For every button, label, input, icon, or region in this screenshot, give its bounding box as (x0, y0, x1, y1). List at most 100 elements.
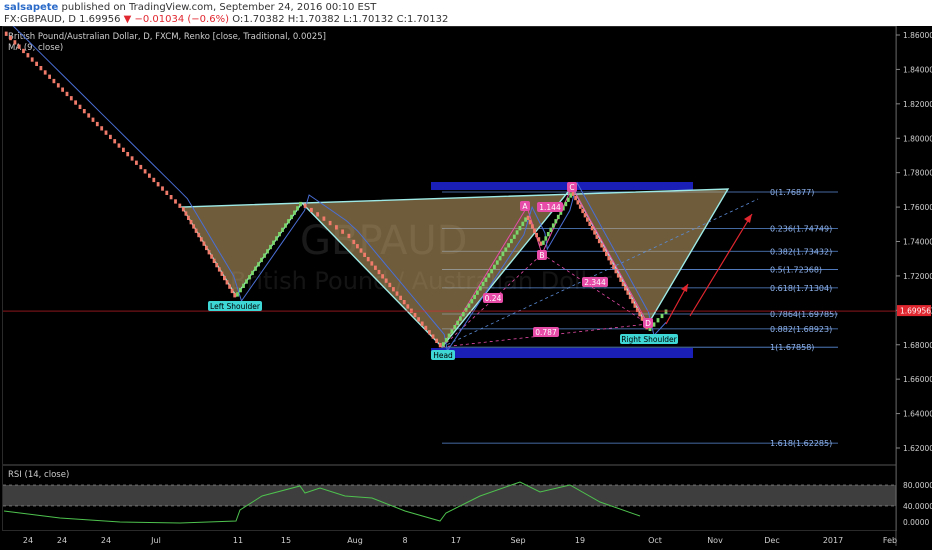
fib-level-label: 0.5(1.72368) (770, 266, 822, 275)
fib-level-label: 0.382(1.73432) (770, 247, 832, 256)
renko-brick-down (431, 334, 435, 339)
renko-brick-down (631, 299, 634, 304)
time-tick-label: 19 (575, 536, 585, 545)
time-tick-label: Nov (707, 536, 723, 545)
renko-brick-down (43, 70, 47, 75)
renko-brick-down (352, 239, 356, 245)
fib-level-label: 1(1.67858) (770, 343, 814, 352)
renko-brick-down (526, 215, 530, 220)
rsi-tick-label: 0.0000 (903, 518, 929, 527)
renko-brick-up (493, 264, 496, 269)
renko-brick-up (521, 221, 525, 226)
time-tick-label: 15 (281, 536, 291, 545)
renko-brick-down (100, 126, 104, 131)
chart-svg[interactable]: GBPAUD British Pound / Australian Dollar… (0, 22, 932, 550)
support-zone[interactable] (431, 348, 693, 358)
renko-brick-up (293, 210, 296, 215)
renko-brick-up (524, 217, 527, 222)
renko-brick-up (461, 312, 465, 317)
renko-brick-down (199, 237, 203, 242)
time-tick-label: Jul (150, 536, 161, 545)
renko-brick-up (569, 193, 573, 198)
renko-brick-down (217, 267, 221, 272)
renko-brick-up (487, 273, 491, 278)
renko-brick-down (165, 190, 169, 195)
renko-brick-down (593, 230, 596, 235)
renko-brick-up (236, 292, 239, 297)
renko-brick-down (583, 213, 587, 218)
renko-brick-down (528, 220, 532, 225)
renko-brick-down (17, 44, 21, 49)
renko-brick-up (541, 240, 545, 245)
renko-brick-up (266, 249, 269, 254)
renko-brick-up (484, 277, 488, 282)
renko-brick-up (450, 329, 454, 334)
renko-brick-up (551, 223, 555, 228)
renko-brick-down (586, 217, 589, 222)
renko-brick-down (30, 57, 34, 62)
renko-brick-down (428, 330, 431, 335)
time-tick-label: 24 (101, 536, 111, 545)
renko-brick-down (612, 264, 615, 269)
renko-brick-down (607, 256, 611, 261)
renko-brick-down (26, 53, 30, 58)
fib-level-label: 1.618(1.62285) (770, 439, 832, 448)
renko-brick-down (438, 343, 442, 348)
renko-brick-down (395, 291, 399, 296)
renko-brick-down (619, 277, 623, 282)
renko-brick-down (189, 220, 193, 225)
arrow-long-head (744, 214, 752, 223)
price-tick-label: 1.86000 (903, 31, 932, 40)
renko-brick-up (476, 290, 479, 295)
renko-brick-down (537, 237, 541, 242)
renko-brick-up (272, 240, 275, 245)
renko-brick-up (518, 226, 522, 231)
left-shoulder-text: Left Shoulder (210, 302, 261, 311)
renko-brick-up (278, 232, 281, 237)
renko-brick-down (192, 224, 195, 229)
time-tick-label: Sep (510, 536, 525, 545)
renko-brick-up (498, 256, 502, 261)
renko-brick-down (399, 295, 402, 300)
fib-level-label: 0.236(1.74749) (770, 225, 832, 234)
ratio-1-text: 1.144 (539, 203, 561, 212)
renko-brick-down (95, 121, 99, 127)
time-axis[interactable]: 24 24 24 Jul 11 15 Aug 8 17 Sep 19 Oct Nov Dec 2017 Feb (23, 536, 897, 545)
renko-brick-up (501, 251, 505, 257)
renko-brick-up (490, 269, 493, 274)
renko-brick-up (507, 243, 510, 248)
renko-brick-down (356, 244, 359, 249)
publisher-name[interactable]: salsapete (4, 2, 58, 13)
renko-brick-down (410, 308, 413, 313)
price-tick-label: 1.78000 (903, 169, 932, 178)
renko-brick-down (588, 221, 592, 226)
renko-brick-down (87, 113, 91, 118)
renko-brick-down (406, 304, 410, 309)
price-tick-label: 1.74000 (903, 238, 932, 247)
renko-brick-up (512, 234, 516, 239)
renko-brick-down (202, 241, 206, 246)
renko-brick-up (652, 322, 656, 327)
resistance-zone[interactable] (431, 182, 693, 190)
renko-brick-down (4, 31, 8, 36)
renko-brick-down (576, 200, 580, 205)
publish-line: salsapete published on TradingView.com, … (4, 2, 376, 13)
renko-brick-down (69, 96, 73, 101)
renko-brick-up (478, 286, 482, 291)
renko-brick-down (602, 247, 606, 252)
chart-area[interactable]: GBPAUD British Pound / Australian Dollar… (0, 22, 932, 550)
renko-brick-down (228, 284, 231, 289)
price-axis[interactable]: 1.86000 1.84000 1.82000 1.80000 1.78000 1.760… (896, 31, 932, 453)
fib-level-label: 0.882(1.68923) (770, 325, 832, 334)
price-tick-label: 1.82000 (903, 100, 932, 109)
renko-brick-up (470, 299, 474, 304)
renko-brick-down (205, 245, 208, 251)
renko-brick-down (181, 207, 185, 212)
renko-brick-down (61, 87, 64, 92)
renko-brick-down (210, 254, 213, 259)
chart-header: salsapete published on TradingView.com, … (0, 0, 932, 26)
renko-brick-down (223, 275, 226, 281)
renko-brick-down (22, 48, 25, 54)
renko-brick-up (447, 333, 451, 338)
renko-brick-down (184, 211, 188, 216)
